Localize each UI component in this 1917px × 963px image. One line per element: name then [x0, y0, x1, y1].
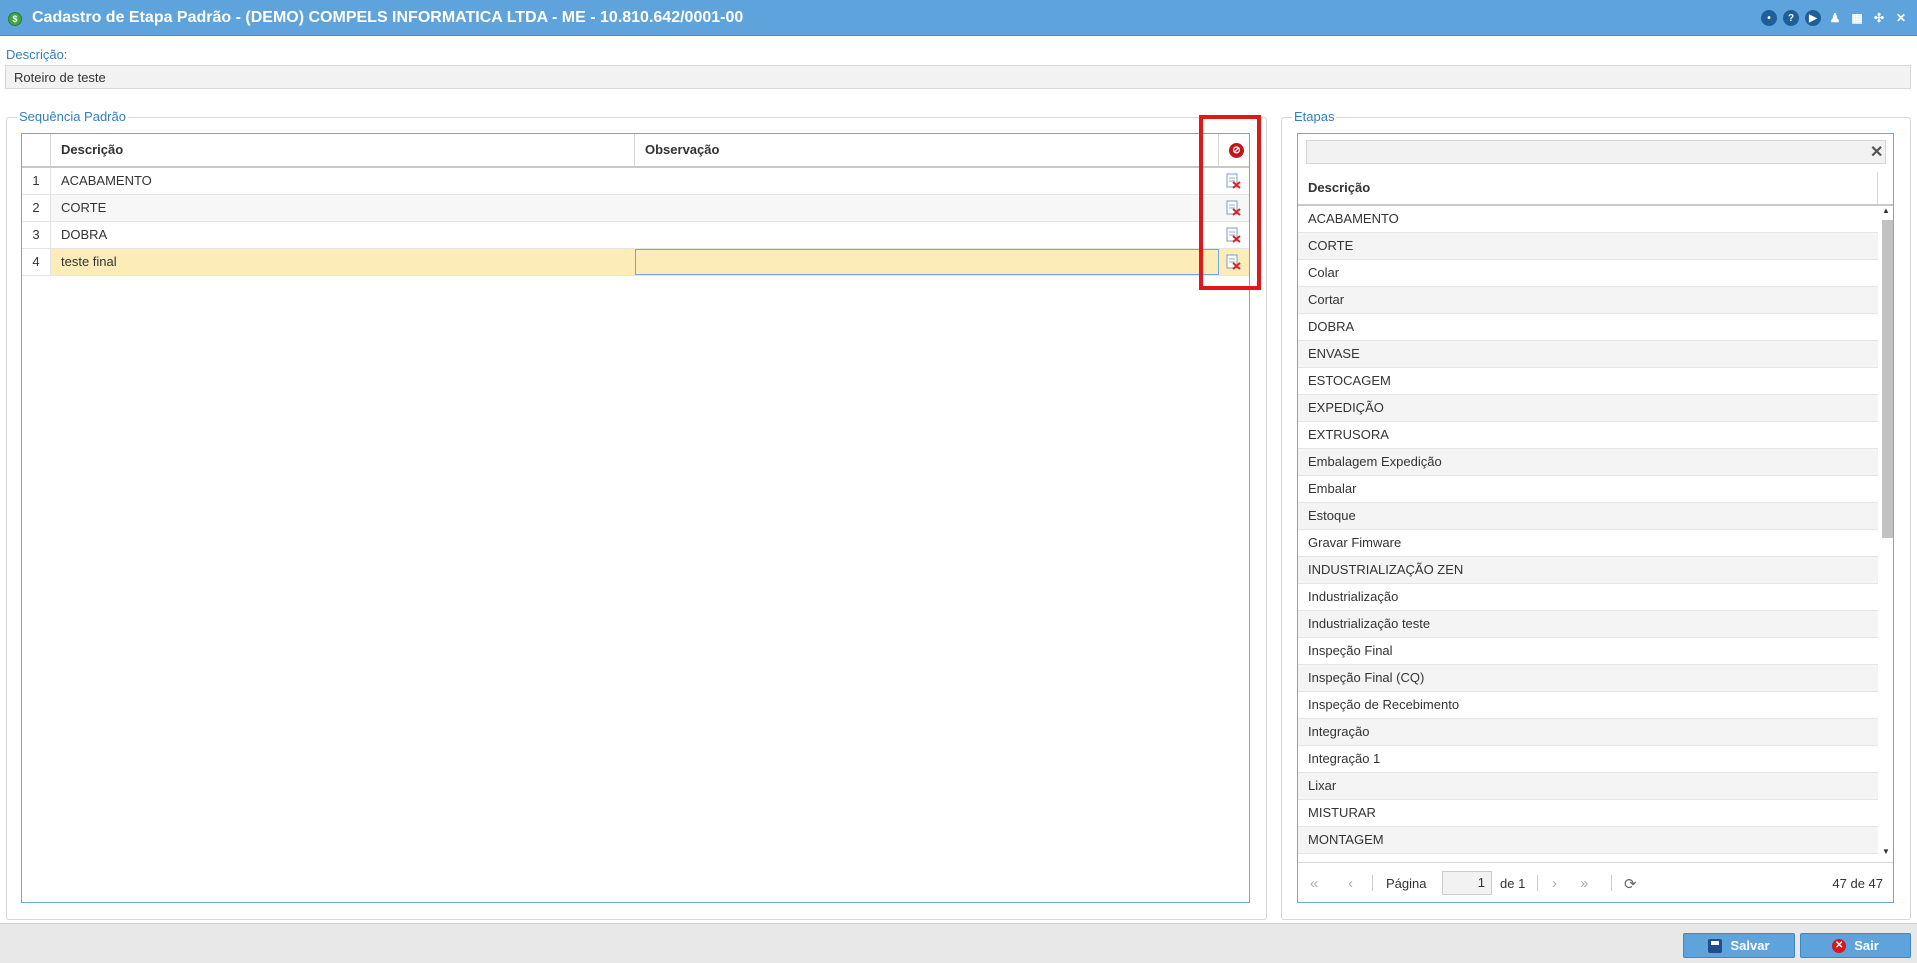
page-label: Página: [1386, 876, 1427, 891]
list-item[interactable]: Industrialização: [1298, 584, 1878, 611]
list-item[interactable]: INDUSTRIALIZAÇÃO ZEN: [1298, 557, 1878, 584]
page-input[interactable]: 1: [1442, 871, 1492, 895]
steps-pager: « ‹ Página 1 de 1 › » ⟳ 47 de 47: [1298, 862, 1893, 902]
clear-search-icon[interactable]: ✕: [1870, 142, 1887, 162]
user-icon[interactable]: ♟: [1827, 10, 1843, 26]
pager-info: 47 de 47: [1832, 876, 1883, 891]
minimize-icon[interactable]: ✣: [1871, 10, 1887, 26]
save-button[interactable]: Salvar: [1683, 933, 1795, 958]
last-page-icon[interactable]: »: [1580, 875, 1588, 892]
column-descricao[interactable]: Descrição: [51, 134, 635, 166]
list-item[interactable]: DOBRA: [1298, 314, 1878, 341]
window-title: Cadastro de Etapa Padrão - (DEMO) COMPEL…: [32, 9, 744, 26]
sequence-grid-header: Descrição Observação ⊘: [22, 134, 1249, 168]
steps-search-input[interactable]: [1306, 140, 1886, 164]
chat-icon[interactable]: •: [1761, 10, 1777, 26]
play-icon[interactable]: ▶: [1805, 10, 1821, 26]
close-icon[interactable]: ✕: [1893, 10, 1909, 26]
list-item[interactable]: Embalar: [1298, 476, 1878, 503]
table-row[interactable]: 2 CORTE: [22, 195, 1249, 222]
page-of-label: de 1: [1500, 876, 1526, 891]
description-label: Descrição:: [6, 47, 68, 62]
list-item[interactable]: Lixar: [1298, 773, 1878, 800]
rownum-header: [22, 134, 51, 166]
steps-grid-header: Descrição: [1298, 172, 1893, 206]
steps-scrollbar[interactable]: ▲ ▼: [1880, 206, 1893, 856]
list-item[interactable]: ESTOCAGEM: [1298, 368, 1878, 395]
window-titlebar: $ Cadastro de Etapa Padrão - (DEMO) COMP…: [0, 0, 1917, 36]
scroll-thumb[interactable]: [1882, 220, 1893, 538]
help-icon[interactable]: ?: [1783, 10, 1799, 26]
observation-editor[interactable]: [635, 249, 1219, 275]
column-observacao[interactable]: Observação: [635, 134, 1219, 166]
list-item[interactable]: EXPEDIÇÃO: [1298, 395, 1878, 422]
row-number: 4: [22, 249, 51, 275]
prev-page-icon[interactable]: ‹: [1348, 875, 1353, 892]
list-item[interactable]: Embalagem Expedição: [1298, 449, 1878, 476]
window-controls: • ? ▶ ♟ ▦ ✣ ✕: [1761, 10, 1909, 26]
sequence-grid: Descrição Observação ⊘ 1 ACABAMENTO 2 CO…: [21, 133, 1250, 903]
next-page-icon[interactable]: ›: [1552, 875, 1557, 892]
description-field[interactable]: Roteiro de teste: [5, 65, 1911, 89]
sequence-legend: Sequência Padrão: [17, 109, 128, 124]
scroll-down-icon[interactable]: ▼: [1882, 847, 1890, 856]
scroll-up-icon[interactable]: ▲: [1882, 206, 1890, 215]
pager-separator: [1537, 875, 1538, 891]
list-item[interactable]: CORTE: [1298, 233, 1878, 260]
steps-legend: Etapas: [1292, 109, 1337, 124]
list-item[interactable]: Estoque: [1298, 503, 1878, 530]
list-item[interactable]: ACABAMENTO: [1298, 206, 1878, 233]
calendar-icon[interactable]: ▦: [1849, 10, 1865, 26]
annotation-highlight: [1199, 115, 1261, 290]
pager-separator: [1372, 875, 1373, 891]
row-number: 1: [22, 168, 51, 194]
row-number: 3: [22, 222, 51, 248]
column-descricao[interactable]: Descrição: [1298, 172, 1878, 204]
list-item[interactable]: Inspeção Final: [1298, 638, 1878, 665]
app-icon: $: [8, 12, 22, 26]
save-label: Salvar: [1730, 938, 1770, 953]
refresh-icon[interactable]: ⟳: [1624, 875, 1637, 893]
table-row-selected[interactable]: 4 teste final: [22, 249, 1249, 276]
list-item[interactable]: ENVASE: [1298, 341, 1878, 368]
save-icon: [1708, 938, 1723, 953]
list-item[interactable]: Inspeção de Recebimento: [1298, 692, 1878, 719]
table-row[interactable]: 1 ACABAMENTO: [22, 168, 1249, 195]
exit-icon: ✕: [1832, 938, 1847, 953]
list-item[interactable]: MONTAGEM: [1298, 827, 1878, 854]
footer-bar: Salvar ✕ Sair: [0, 923, 1917, 963]
list-item[interactable]: Cortar: [1298, 287, 1878, 314]
pager-separator: [1611, 875, 1612, 891]
list-item[interactable]: Industrialização teste: [1298, 611, 1878, 638]
row-description: teste final: [61, 254, 117, 269]
list-item[interactable]: MISTURAR: [1298, 800, 1878, 827]
list-item[interactable]: Inspeção Final (CQ): [1298, 665, 1878, 692]
table-row[interactable]: 3 DOBRA: [22, 222, 1249, 249]
list-item[interactable]: EXTRUSORA: [1298, 422, 1878, 449]
row-description: DOBRA: [61, 227, 108, 242]
list-item[interactable]: Integração 1: [1298, 746, 1878, 773]
row-description: ACABAMENTO: [61, 173, 152, 188]
row-description: CORTE: [61, 200, 107, 215]
list-item[interactable]: Integração: [1298, 719, 1878, 746]
first-page-icon[interactable]: «: [1310, 875, 1318, 892]
exit-label: Sair: [1854, 938, 1879, 953]
list-item[interactable]: Gravar Fimware: [1298, 530, 1878, 557]
steps-list: ACABAMENTO CORTE Colar Cortar DOBRA ENVASE EST…: [1298, 206, 1878, 856]
list-item[interactable]: Colar: [1298, 260, 1878, 287]
exit-button[interactable]: ✕ Sair: [1800, 933, 1911, 958]
steps-grid: ✕ Descrição ACABAMENTO CORTE Colar Cortar DO…: [1297, 133, 1894, 903]
row-number: 2: [22, 195, 51, 221]
